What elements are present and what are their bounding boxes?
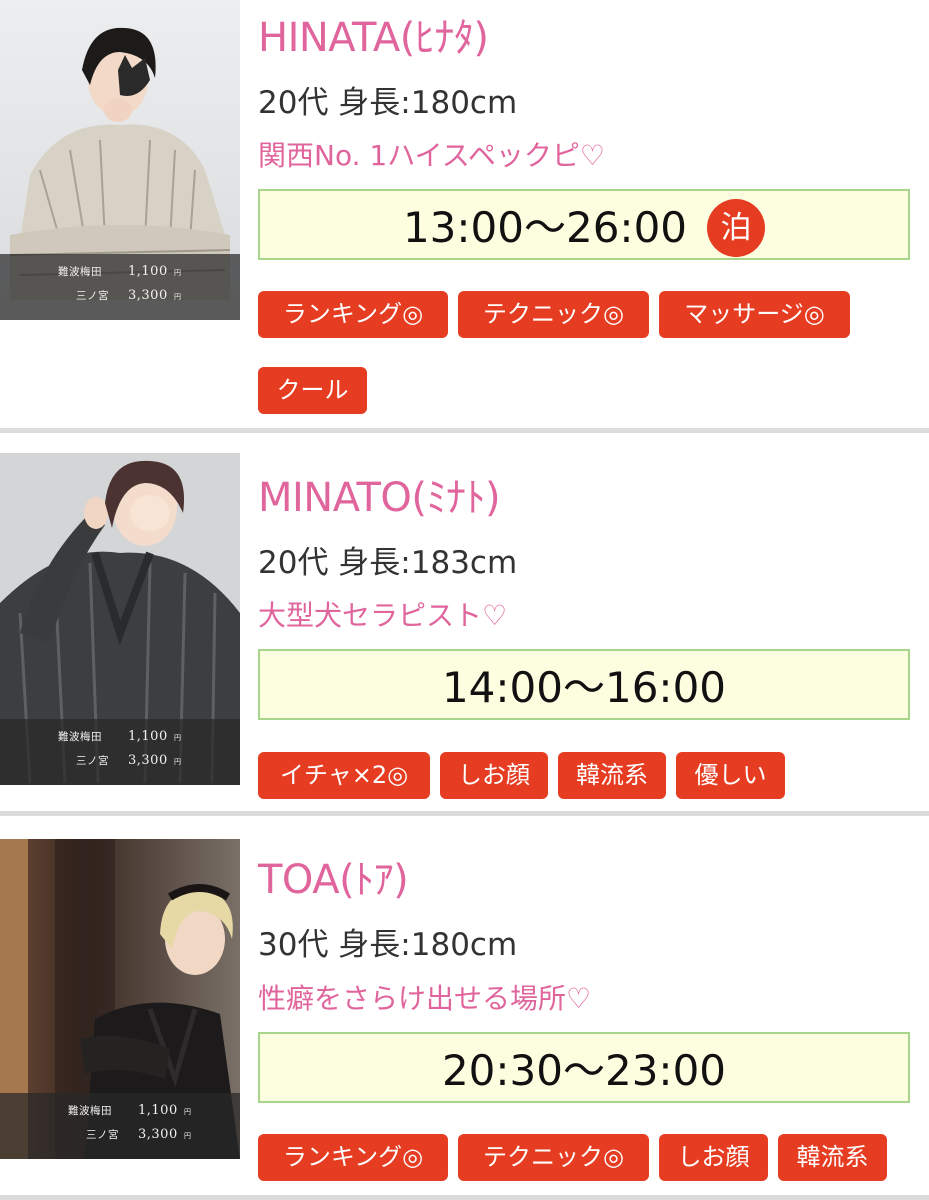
price-label: 三ノ宮 — [76, 755, 109, 767]
price-unit: 円 — [174, 293, 181, 301]
schedule-time: 14:00〜16:00 — [441, 663, 727, 712]
therapist-info: 30代 身長:180cm — [258, 927, 518, 963]
therapist-card-hinata[interactable]: 難波梅田 1,100 円 三ノ宮 3,300 円 HINATA(ﾋﾅﾀ) 20代… — [0, 0, 929, 430]
price-unit: 円 — [184, 1132, 191, 1140]
price-unit: 円 — [184, 1108, 191, 1116]
schedule-time: 20:30〜23:00 — [441, 1046, 727, 1095]
therapist-info: 20代 身長:183cm — [258, 545, 518, 581]
therapist-photo[interactable]: 難波梅田 1,100 円 三ノ宮 3,300 円 — [0, 0, 240, 320]
therapist-catchphrase: 性癖をさらけ出せる場所♡ — [258, 982, 592, 1015]
price-label: 難波梅田 — [68, 1105, 112, 1117]
price-label: 三ノ宮 — [86, 1129, 119, 1141]
price-label: 三ノ宮 — [76, 290, 109, 302]
price-value: 3,300 — [128, 753, 168, 768]
price-value: 1,100 — [128, 729, 168, 744]
schedule-box: 14:00〜16:00 — [258, 649, 910, 720]
price-label: 難波梅田 — [58, 266, 102, 278]
price-label: 難波梅田 — [58, 731, 102, 743]
tag-korean-style: 韓流系 — [558, 752, 666, 799]
price-value: 1,100 — [128, 264, 168, 279]
tag-ranking: ランキング◎ — [258, 291, 448, 338]
therapist-card-toa[interactable]: 難波梅田 1,100 円 三ノ宮 3,300 円 TOA(ﾄｱ) 30代 身長:… — [0, 836, 929, 1194]
card-divider — [0, 428, 929, 433]
tag-cool: クール — [258, 367, 367, 414]
therapist-photo[interactable]: 難波梅田 1,100 円 三ノ宮 3,300 円 — [0, 839, 240, 1159]
tag-gentle: 優しい — [676, 752, 785, 799]
tag-korean-style: 韓流系 — [778, 1134, 887, 1181]
price-row-sannomiya: 三ノ宮 3,300 円 — [0, 753, 240, 769]
therapist-card-minato[interactable]: 難波梅田 1,100 円 三ノ宮 3,300 円 MINATO(ﾐﾅﾄ) 20代… — [0, 453, 929, 813]
therapist-catchphrase: 関西No. 1ハイスペックピ♡ — [258, 139, 605, 172]
price-row-namba: 難波梅田 1,100 円 — [0, 264, 240, 280]
tag-technique: テクニック◎ — [458, 291, 649, 338]
price-row-sannomiya: 三ノ宮 3,300 円 — [0, 288, 240, 304]
tag-massage: マッサージ◎ — [659, 291, 850, 338]
price-value: 3,300 — [138, 1127, 178, 1142]
tag-shio-face: しお顔 — [440, 752, 548, 799]
tag-technique: テクニック◎ — [458, 1134, 649, 1181]
schedule-box: 13:00〜26:00 泊 — [258, 189, 910, 260]
overnight-badge: 泊 — [707, 198, 766, 257]
price-unit: 円 — [174, 734, 181, 742]
therapist-name[interactable]: TOA(ﾄｱ) — [258, 856, 409, 904]
price-overlay: 難波梅田 1,100 円 三ノ宮 3,300 円 — [0, 719, 240, 785]
tag-icha: イチャ×2◎ — [258, 752, 430, 799]
price-unit: 円 — [174, 269, 181, 277]
schedule-time: 13:00〜26:00 — [402, 203, 688, 252]
price-row-namba: 難波梅田 1,100 円 — [0, 1103, 240, 1119]
therapist-photo[interactable]: 難波梅田 1,100 円 三ノ宮 3,300 円 — [0, 453, 240, 785]
therapist-name[interactable]: HINATA(ﾋﾅﾀ) — [258, 14, 489, 62]
schedule-box: 20:30〜23:00 — [258, 1032, 910, 1103]
price-row-namba: 難波梅田 1,100 円 — [0, 729, 240, 745]
card-divider — [0, 811, 929, 816]
price-row-sannomiya: 三ノ宮 3,300 円 — [0, 1127, 240, 1143]
price-unit: 円 — [174, 758, 181, 766]
price-value: 3,300 — [128, 288, 168, 303]
price-value: 1,100 — [138, 1103, 178, 1118]
tag-shio-face: しお顔 — [659, 1134, 768, 1181]
tag-ranking: ランキング◎ — [258, 1134, 448, 1181]
therapist-info: 20代 身長:180cm — [258, 85, 518, 121]
card-divider — [0, 1195, 929, 1200]
therapist-name[interactable]: MINATO(ﾐﾅﾄ) — [258, 474, 501, 522]
price-overlay: 難波梅田 1,100 円 三ノ宮 3,300 円 — [0, 254, 240, 320]
therapist-catchphrase: 大型犬セラピスト♡ — [258, 599, 508, 632]
price-overlay: 難波梅田 1,100 円 三ノ宮 3,300 円 — [0, 1093, 240, 1159]
